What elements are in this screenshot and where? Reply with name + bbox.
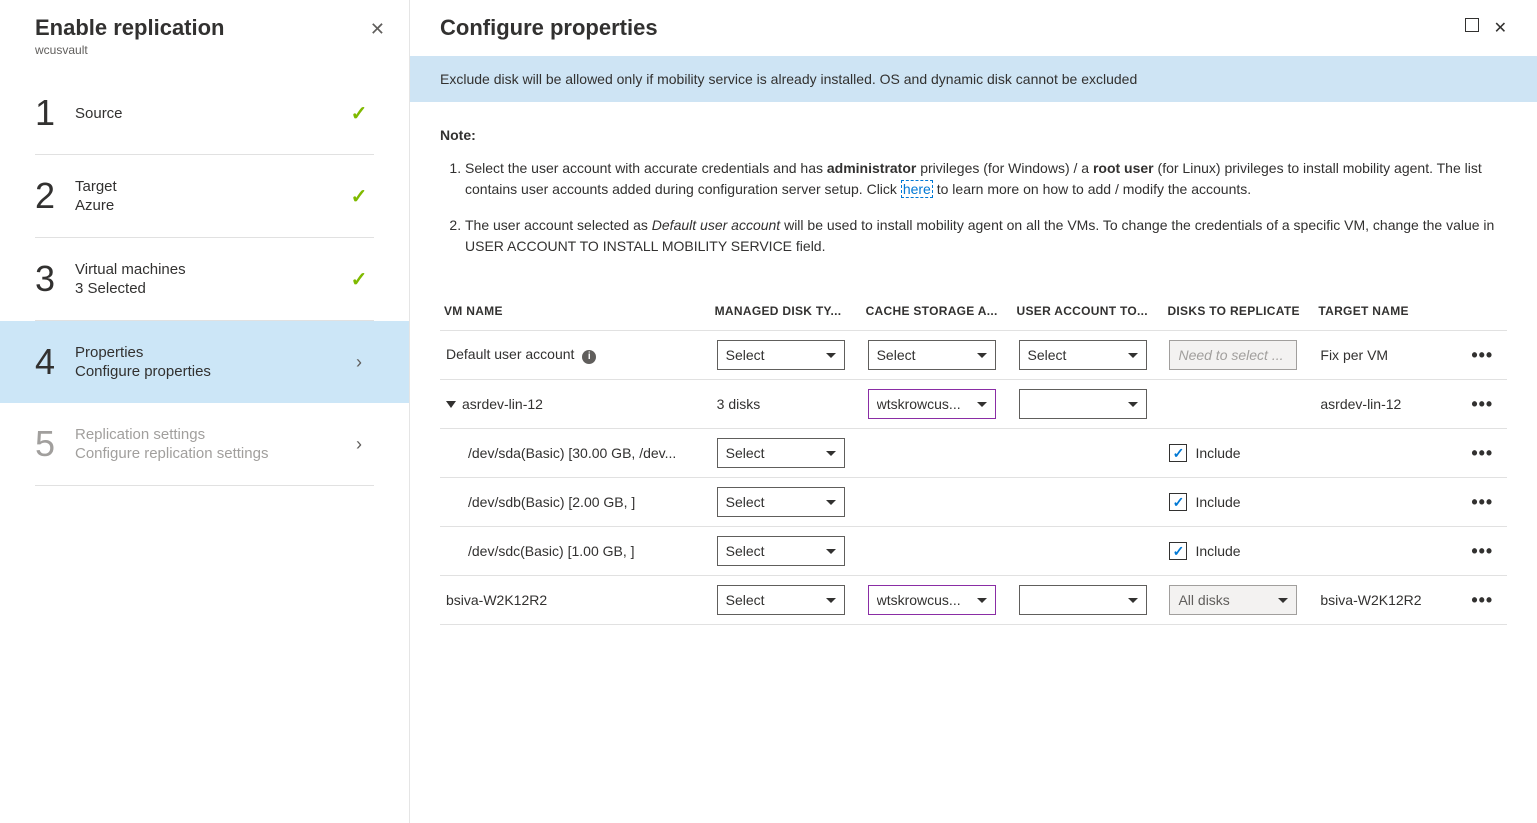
step-properties[interactable]: 4 Properties Configure properties › (0, 321, 409, 403)
maximize-icon[interactable] (1465, 18, 1479, 38)
disk-row-sdb: /dev/sdb(Basic) [2.00 GB, ] Select Inclu… (440, 478, 1507, 527)
step-sublabel: Azure (75, 197, 344, 214)
vm-row-asrdev: asrdev-lin-12 3 disks wtskrowcus... asrd… (440, 380, 1507, 429)
more-icon[interactable]: ••• (1471, 590, 1493, 610)
sidebar-subtitle: wcusvault (35, 43, 225, 57)
include-checkbox[interactable] (1169, 444, 1187, 462)
more-icon[interactable]: ••• (1471, 345, 1493, 365)
step-number: 4 (35, 341, 75, 383)
include-checkbox[interactable] (1169, 542, 1187, 560)
check-icon: ✓ (351, 103, 368, 125)
default-user-row: Default user account i Select Select Sel… (440, 331, 1507, 380)
sidebar-title: Enable replication (35, 15, 225, 41)
disk-count-label: 3 disks (711, 380, 862, 429)
chevron-down-icon (1128, 353, 1138, 358)
step-label: Properties (75, 344, 344, 361)
column-target-name[interactable]: TARGET NAME (1314, 292, 1465, 331)
close-icon[interactable]: ✕ (1494, 18, 1507, 38)
chevron-down-icon (1278, 598, 1288, 603)
vm-name-label: asrdev-lin-12 (462, 396, 543, 412)
more-icon[interactable]: ••• (1471, 492, 1493, 512)
chevron-down-icon (1128, 598, 1138, 603)
target-name-value: bsiva-W2K12R2 (1314, 576, 1465, 625)
step-virtual-machines[interactable]: 3 Virtual machines 3 Selected ✓ (35, 238, 374, 321)
disk-name-label: /dev/sda(Basic) [30.00 GB, /dev... (440, 429, 711, 478)
step-sublabel: Configure replication settings (75, 445, 344, 462)
chevron-down-icon (977, 353, 987, 358)
managed-disk-type-select[interactable]: Select (717, 438, 845, 468)
step-source[interactable]: 1 Source ✓ (35, 72, 374, 155)
disk-row-sda: /dev/sda(Basic) [30.00 GB, /dev... Selec… (440, 429, 1507, 478)
chevron-down-icon (826, 500, 836, 505)
step-sublabel: Configure properties (75, 363, 344, 380)
close-icon[interactable]: ✕ (366, 15, 389, 44)
check-icon: ✓ (351, 186, 368, 208)
page-title: Configure properties (440, 15, 658, 41)
managed-disk-type-select[interactable]: Select (717, 585, 845, 615)
step-label: Source (75, 105, 344, 122)
cache-storage-select[interactable]: wtskrowcus... (868, 585, 996, 615)
chevron-down-icon (826, 451, 836, 456)
include-checkbox[interactable] (1169, 493, 1187, 511)
step-label: Virtual machines (75, 261, 344, 278)
step-number: 2 (35, 175, 75, 217)
step-target[interactable]: 2 Target Azure ✓ (35, 155, 374, 238)
user-account-select[interactable]: Select (1019, 340, 1147, 370)
chevron-down-icon (826, 598, 836, 603)
column-cache-storage[interactable]: CACHE STORAGE A... (862, 292, 1013, 331)
info-icon[interactable]: i (582, 350, 596, 364)
include-label: Include (1195, 445, 1240, 461)
managed-disk-type-select[interactable]: Select (717, 340, 845, 370)
expand-toggle-icon[interactable] (446, 401, 456, 408)
step-number: 5 (35, 423, 75, 465)
disks-replicate-select[interactable]: All disks (1169, 585, 1297, 615)
learn-more-link[interactable]: here (901, 180, 933, 198)
managed-disk-type-select[interactable]: Select (717, 487, 845, 517)
default-account-label: Default user account (446, 346, 574, 362)
column-managed-disk-type[interactable]: MANAGED DISK TY... (711, 292, 862, 331)
step-number: 3 (35, 258, 75, 300)
chevron-down-icon (1128, 402, 1138, 407)
disks-replicate-select: Need to select ... (1169, 340, 1297, 370)
more-icon[interactable]: ••• (1471, 443, 1493, 463)
chevron-right-icon: › (356, 352, 362, 372)
step-number: 1 (35, 92, 75, 134)
include-label: Include (1195, 543, 1240, 559)
step-label: Replication settings (75, 426, 344, 443)
note-item-1: Select the user account with accurate cr… (465, 158, 1507, 200)
user-account-select[interactable] (1019, 389, 1147, 419)
managed-disk-type-select[interactable]: Select (717, 536, 845, 566)
disk-name-label: /dev/sdc(Basic) [1.00 GB, ] (440, 527, 711, 576)
user-account-select[interactable] (1019, 585, 1147, 615)
note-heading: Note: (440, 127, 1507, 143)
column-disks-replicate[interactable]: DISKS TO REPLICATE (1163, 292, 1314, 331)
chevron-right-icon: › (356, 434, 362, 454)
disk-name-label: /dev/sdb(Basic) [2.00 GB, ] (440, 478, 711, 527)
chevron-down-icon (826, 549, 836, 554)
more-icon[interactable]: ••• (1471, 394, 1493, 414)
chevron-down-icon (977, 598, 987, 603)
column-vm-name[interactable]: VM NAME (440, 292, 711, 331)
target-name-value: Fix per VM (1314, 331, 1465, 380)
more-icon[interactable]: ••• (1471, 541, 1493, 561)
step-sublabel: 3 Selected (75, 280, 344, 297)
check-icon: ✓ (351, 269, 368, 291)
chevron-down-icon (826, 353, 836, 358)
vm-name-label: bsiva-W2K12R2 (440, 576, 711, 625)
disk-row-sdc: /dev/sdc(Basic) [1.00 GB, ] Select Inclu… (440, 527, 1507, 576)
include-label: Include (1195, 494, 1240, 510)
note-item-2: The user account selected as Default use… (465, 215, 1507, 257)
step-replication-settings: 5 Replication settings Configure replica… (35, 403, 374, 486)
info-banner: Exclude disk will be allowed only if mob… (410, 56, 1537, 102)
cache-storage-select[interactable]: Select (868, 340, 996, 370)
step-label: Target (75, 178, 344, 195)
vm-row-bsiva: bsiva-W2K12R2 Select wtskrowcus... All d… (440, 576, 1507, 625)
chevron-down-icon (977, 402, 987, 407)
column-user-account[interactable]: USER ACCOUNT TO... (1013, 292, 1164, 331)
target-name-value: asrdev-lin-12 (1314, 380, 1465, 429)
cache-storage-select[interactable]: wtskrowcus... (868, 389, 996, 419)
